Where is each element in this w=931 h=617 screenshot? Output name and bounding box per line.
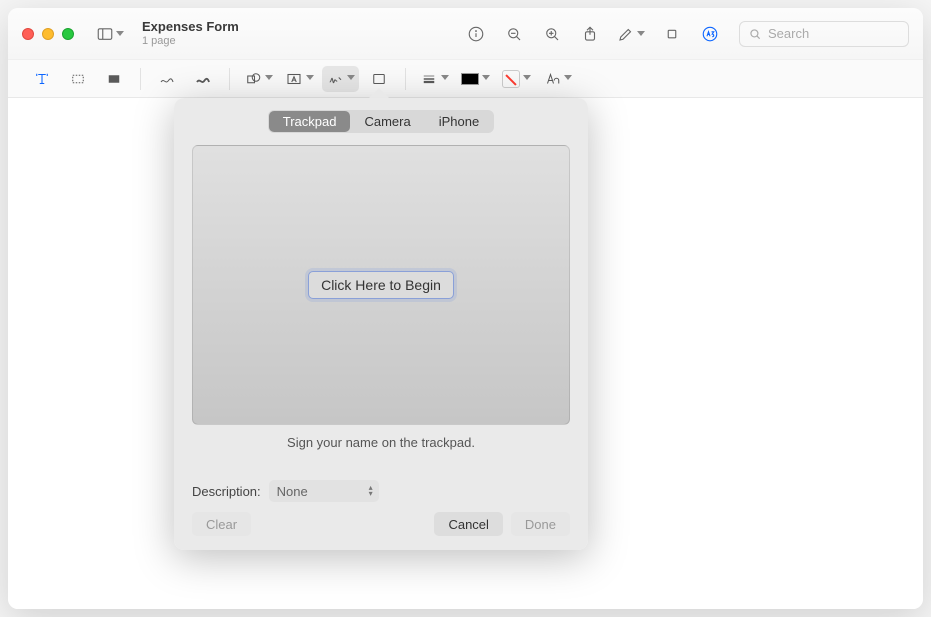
- markup-toolbar: [8, 60, 923, 98]
- document-title-block: Expenses Form 1 page: [142, 20, 239, 46]
- zoom-in-button[interactable]: [537, 20, 567, 48]
- description-label: Description:: [192, 484, 261, 499]
- updown-icon: ▴▾: [369, 485, 373, 497]
- tab-trackpad[interactable]: Trackpad: [269, 111, 351, 132]
- clear-button[interactable]: Clear: [192, 512, 251, 536]
- minimize-window-button[interactable]: [42, 28, 54, 40]
- border-color-swatch: [461, 73, 479, 85]
- shapes-tool[interactable]: [240, 66, 277, 92]
- close-window-button[interactable]: [22, 28, 34, 40]
- search-field[interactable]: Search: [739, 21, 909, 47]
- text-style-tool[interactable]: [539, 66, 576, 92]
- text-selection-tool[interactable]: [26, 66, 58, 92]
- redact-tool[interactable]: [98, 66, 130, 92]
- signature-instruction: Sign your name on the trackpad.: [192, 435, 570, 450]
- cancel-button[interactable]: Cancel: [434, 512, 502, 536]
- preview-window: Expenses Form 1 page Search: [8, 8, 923, 609]
- signature-source-tabs: Trackpad Camera iPhone: [192, 110, 570, 133]
- fill-color-tool[interactable]: [498, 66, 535, 92]
- search-icon: [748, 27, 762, 41]
- description-value: None: [277, 484, 308, 499]
- no-fill-icon: [502, 70, 520, 88]
- signature-popover: Trackpad Camera iPhone Click Here to Beg…: [174, 98, 588, 550]
- info-button[interactable]: [461, 20, 491, 48]
- titlebar: Expenses Form 1 page Search: [8, 8, 923, 60]
- popover-button-row: Clear Cancel Done: [192, 512, 570, 536]
- window-controls: [22, 28, 74, 40]
- document-title: Expenses Form: [142, 20, 239, 34]
- share-button[interactable]: [575, 20, 605, 48]
- rotate-button[interactable]: [657, 20, 687, 48]
- border-weight-tool[interactable]: [416, 66, 453, 92]
- sidebar-toggle-button[interactable]: [92, 20, 128, 48]
- border-color-tool[interactable]: [457, 66, 494, 92]
- tab-iphone[interactable]: iPhone: [425, 111, 493, 132]
- document-subtitle: 1 page: [142, 35, 239, 47]
- text-tool[interactable]: [281, 66, 318, 92]
- sign-tool[interactable]: [322, 66, 359, 92]
- description-row: Description: None ▴▾: [192, 480, 570, 502]
- sketch-tool[interactable]: [151, 66, 183, 92]
- description-select[interactable]: None ▴▾: [269, 480, 379, 502]
- draw-tool[interactable]: [187, 66, 219, 92]
- done-button[interactable]: Done: [511, 512, 570, 536]
- tab-camera[interactable]: Camera: [350, 111, 424, 132]
- fullscreen-window-button[interactable]: [62, 28, 74, 40]
- signature-capture-area[interactable]: Click Here to Begin: [192, 145, 570, 425]
- highlight-button[interactable]: [613, 20, 649, 48]
- begin-signing-button[interactable]: Click Here to Begin: [308, 271, 454, 299]
- markup-toggle-button[interactable]: [695, 20, 725, 48]
- search-placeholder: Search: [768, 26, 809, 41]
- zoom-out-button[interactable]: [499, 20, 529, 48]
- rectangular-selection-tool[interactable]: [62, 66, 94, 92]
